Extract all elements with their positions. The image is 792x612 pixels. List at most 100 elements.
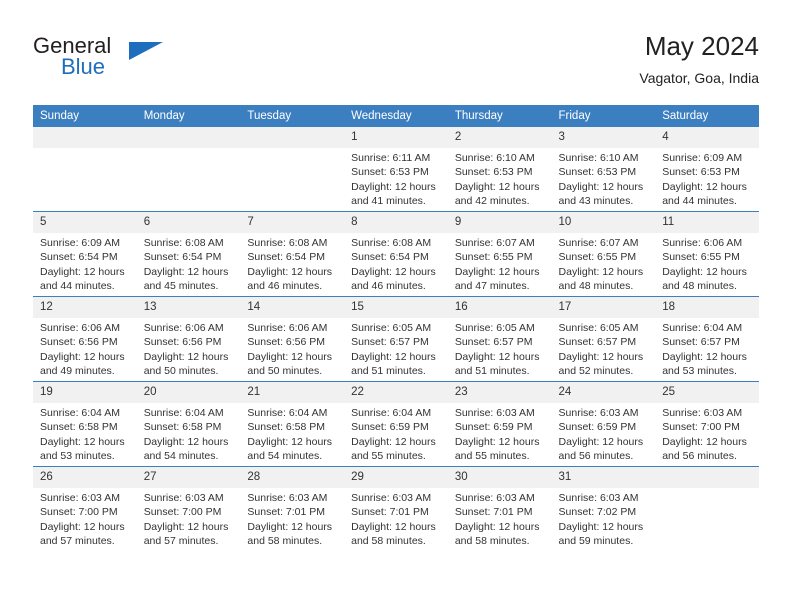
weekday-header-friday: Friday (551, 105, 656, 127)
day-number: 29 (344, 467, 448, 488)
calendar-day-cell[interactable]: 10 Sunrise: 6:07 AM Sunset: 6:55 PM Dayligh… (551, 211, 656, 297)
weekday-header-saturday: Saturday (655, 105, 759, 127)
daylight-text-line2: and 56 minutes. (558, 449, 634, 462)
sunset-text: Sunset: 6:55 PM (662, 251, 740, 264)
day-details: Sunrise: 6:06 AM Sunset: 6:56 PM Daylight:… (137, 318, 241, 378)
daylight-text-line1: Daylight: 12 hours (351, 350, 436, 363)
day-details: Sunrise: 6:03 AM Sunset: 7:02 PM Daylight:… (552, 488, 656, 548)
calendar-day-cell[interactable]: 3 Sunrise: 6:10 AM Sunset: 6:53 PM Daylight… (551, 127, 656, 212)
day-number: 24 (551, 382, 656, 403)
general-blue-logo[interactable]: General Blue (33, 34, 213, 90)
sunset-text: Sunset: 7:01 PM (351, 506, 429, 519)
calendar-day-cell[interactable]: 8 Sunrise: 6:08 AM Sunset: 6:54 PM Daylight… (344, 211, 448, 297)
day-number: 15 (344, 297, 448, 318)
calendar-week-row: 1 Sunrise: 6:11 AM Sunset: 6:53 PM Daylight… (33, 127, 759, 212)
sunrise-text: Sunrise: 6:04 AM (351, 407, 432, 419)
day-number: 21 (240, 382, 345, 403)
calendar-day-cell[interactable]: 4 Sunrise: 6:09 AM Sunset: 6:53 PM Daylight… (655, 127, 759, 212)
daylight-text-line2: and 48 minutes. (558, 279, 634, 292)
calendar-day-cell[interactable]: 12 Sunrise: 6:06 AM Sunset: 6:56 PM Dayligh… (33, 296, 137, 382)
calendar-day-cell[interactable]: 2 Sunrise: 6:10 AM Sunset: 6:53 PM Daylight… (447, 127, 552, 212)
calendar-day-cell[interactable]: 29 Sunrise: 6:03 AM Sunset: 7:01 PM Dayligh… (344, 466, 448, 551)
calendar-day-cell[interactable]: 23 Sunrise: 6:03 AM Sunset: 6:59 PM Dayligh… (447, 381, 552, 467)
day-number: 18 (655, 297, 759, 318)
sunrise-text: Sunrise: 6:03 AM (351, 492, 432, 504)
sunrise-text: Sunrise: 6:03 AM (454, 492, 535, 504)
sunset-text: Sunset: 6:56 PM (247, 336, 326, 349)
calendar-day-cell[interactable]: 1 Sunrise: 6:11 AM Sunset: 6:53 PM Daylight… (344, 127, 448, 212)
daylight-text-line2: and 49 minutes. (40, 364, 115, 377)
weekday-header-thursday: Thursday (447, 105, 552, 127)
calendar-day-cell[interactable]: 5 Sunrise: 6:09 AM Sunset: 6:54 PM Daylight… (33, 211, 137, 297)
page-subtitle: Vagator, Goa, India (639, 70, 759, 86)
calendar-day-cell[interactable]: 6 Sunrise: 6:08 AM Sunset: 6:54 PM Daylight… (136, 211, 241, 297)
day-details: Sunrise: 6:04 AM Sunset: 6:59 PM Daylight:… (344, 403, 448, 463)
day-details: Sunrise: 6:04 AM Sunset: 6:58 PM Daylight:… (137, 403, 241, 463)
sunset-text: Sunset: 6:59 PM (351, 421, 429, 434)
sunrise-text: Sunrise: 6:06 AM (662, 237, 743, 249)
day-details: Sunrise: 6:08 AM Sunset: 6:54 PM Daylight:… (344, 233, 448, 293)
calendar-day-cell[interactable]: 26 Sunrise: 6:03 AM Sunset: 7:00 PM Dayligh… (33, 466, 137, 551)
logo-triangle-icon (129, 42, 163, 60)
sunset-text: Sunset: 7:02 PM (558, 506, 637, 519)
day-number: 30 (447, 467, 552, 488)
title-block: May 2024 Vagator, Goa, India (639, 30, 759, 88)
calendar-day-cell[interactable]: 22 Sunrise: 6:04 AM Sunset: 6:59 PM Dayligh… (344, 381, 448, 467)
daylight-text-line1: Daylight: 12 hours (247, 265, 333, 278)
calendar-day-cell[interactable]: 14 Sunrise: 6:06 AM Sunset: 6:56 PM Dayligh… (240, 296, 345, 382)
daylight-text-line1: Daylight: 12 hours (247, 350, 333, 363)
calendar-day-cell-empty (240, 127, 345, 212)
calendar-day-cell[interactable]: 24 Sunrise: 6:03 AM Sunset: 6:59 PM Dayligh… (551, 381, 656, 467)
calendar-day-cell[interactable]: 27 Sunrise: 6:03 AM Sunset: 7:00 PM Dayligh… (136, 466, 241, 551)
calendar-day-cell-empty (655, 466, 759, 551)
day-details: Sunrise: 6:03 AM Sunset: 7:00 PM Daylight:… (137, 488, 241, 548)
daylight-text-line2: and 54 minutes. (143, 449, 219, 462)
calendar-week-row: 12 Sunrise: 6:06 AM Sunset: 6:56 PM Dayligh… (33, 296, 759, 382)
calendar-day-cell[interactable]: 19 Sunrise: 6:04 AM Sunset: 6:58 PM Dayligh… (33, 381, 137, 467)
calendar-day-cell[interactable]: 7 Sunrise: 6:08 AM Sunset: 6:54 PM Daylight… (240, 211, 345, 297)
calendar-day-cell[interactable]: 28 Sunrise: 6:03 AM Sunset: 7:01 PM Dayligh… (240, 466, 345, 551)
calendar-day-cell[interactable]: 11 Sunrise: 6:06 AM Sunset: 6:55 PM Dayligh… (655, 211, 759, 297)
sunset-text: Sunset: 6:54 PM (143, 251, 222, 264)
daylight-text-line1: Daylight: 12 hours (143, 265, 229, 278)
calendar-week-row: 26 Sunrise: 6:03 AM Sunset: 7:00 PM Dayligh… (33, 466, 759, 551)
day-details: Sunrise: 6:08 AM Sunset: 6:54 PM Daylight:… (137, 233, 241, 293)
calendar-body: 1 Sunrise: 6:11 AM Sunset: 6:53 PM Daylight… (33, 127, 759, 551)
calendar-day-cell[interactable]: 13 Sunrise: 6:06 AM Sunset: 6:56 PM Dayligh… (136, 296, 241, 382)
daylight-text-line2: and 44 minutes. (662, 194, 737, 207)
daylight-text-line1: Daylight: 12 hours (558, 350, 644, 363)
sunset-text: Sunset: 6:53 PM (558, 166, 637, 179)
calendar-day-cell[interactable]: 21 Sunrise: 6:04 AM Sunset: 6:58 PM Dayligh… (240, 381, 345, 467)
sunrise-text: Sunrise: 6:05 AM (558, 322, 639, 334)
daylight-text-line2: and 41 minutes. (351, 194, 426, 207)
daylight-text-line1: Daylight: 12 hours (351, 435, 436, 448)
sunset-text: Sunset: 6:54 PM (247, 251, 326, 264)
sunrise-text: Sunrise: 6:06 AM (143, 322, 224, 334)
daylight-text-line2: and 51 minutes. (454, 364, 530, 377)
day-details: Sunrise: 6:07 AM Sunset: 6:55 PM Daylight:… (552, 233, 656, 293)
calendar-day-cell[interactable]: 16 Sunrise: 6:05 AM Sunset: 6:57 PM Dayligh… (447, 296, 552, 382)
calendar-day-cell[interactable]: 30 Sunrise: 6:03 AM Sunset: 7:01 PM Dayligh… (447, 466, 552, 551)
daylight-text-line1: Daylight: 12 hours (662, 350, 747, 363)
sunrise-text: Sunrise: 6:03 AM (143, 492, 224, 504)
calendar-day-cell[interactable]: 15 Sunrise: 6:05 AM Sunset: 6:57 PM Dayligh… (344, 296, 448, 382)
day-details: Sunrise: 6:09 AM Sunset: 6:53 PM Daylight:… (655, 148, 759, 208)
day-number (240, 127, 345, 148)
page-header: General Blue May 2024 Vagator, Goa, Indi… (33, 30, 759, 96)
calendar-day-cell[interactable]: 9 Sunrise: 6:07 AM Sunset: 6:55 PM Daylight… (447, 211, 552, 297)
calendar-day-cell[interactable]: 20 Sunrise: 6:04 AM Sunset: 6:58 PM Dayligh… (136, 381, 241, 467)
calendar-day-cell[interactable]: 31 Sunrise: 6:03 AM Sunset: 7:02 PM Dayligh… (551, 466, 656, 551)
day-details: Sunrise: 6:07 AM Sunset: 6:55 PM Daylight:… (448, 233, 552, 293)
day-details: Sunrise: 6:05 AM Sunset: 6:57 PM Daylight:… (344, 318, 448, 378)
calendar-day-cell[interactable]: 17 Sunrise: 6:05 AM Sunset: 6:57 PM Dayligh… (551, 296, 656, 382)
sunset-text: Sunset: 6:59 PM (558, 421, 637, 434)
sunset-text: Sunset: 7:00 PM (143, 506, 222, 519)
calendar-day-cell[interactable]: 25 Sunrise: 6:03 AM Sunset: 7:00 PM Dayligh… (655, 381, 759, 467)
sunrise-text: Sunrise: 6:04 AM (40, 407, 120, 419)
sunrise-text: Sunrise: 6:03 AM (247, 492, 328, 504)
calendar-day-cell[interactable]: 18 Sunrise: 6:04 AM Sunset: 6:57 PM Dayligh… (655, 296, 759, 382)
daylight-text-line1: Daylight: 12 hours (40, 265, 125, 278)
sunrise-text: Sunrise: 6:03 AM (40, 492, 120, 504)
sunrise-text: Sunrise: 6:07 AM (558, 237, 639, 249)
daylight-text-line2: and 51 minutes. (351, 364, 426, 377)
